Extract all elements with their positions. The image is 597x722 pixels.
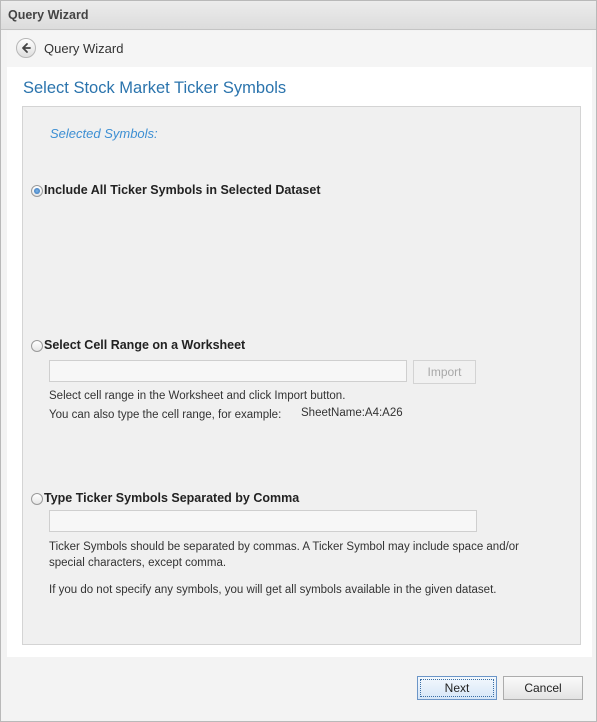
back-arrow-icon	[22, 43, 31, 53]
wizard-footer: Next Cancel	[1, 658, 596, 721]
import-button[interactable]: Import	[413, 360, 476, 384]
range-example: SheetName:A4:A26	[301, 407, 403, 419]
wizard-content: Select Stock Market Ticker Symbols Selec…	[7, 67, 592, 657]
wizard-nav-bar: Query Wizard	[7, 31, 592, 67]
cancel-button[interactable]: Cancel	[503, 676, 583, 700]
option-type-radio[interactable]	[31, 493, 43, 505]
option-range-radio[interactable]	[31, 340, 43, 352]
range-help-2: You can also type the cell range, for ex…	[49, 409, 282, 421]
ticker-symbols-input[interactable]	[49, 510, 477, 532]
page-heading: Select Stock Market Ticker Symbols	[23, 79, 287, 97]
option-type-label: Type Ticker Symbols Separated by Comma	[44, 491, 300, 505]
query-wizard-window: Query Wizard Query Wizard Select Stock M…	[0, 0, 597, 722]
range-help-1: Select cell range in the Worksheet and c…	[49, 390, 346, 402]
title-bar: Query Wizard	[1, 1, 596, 30]
nav-title: Query Wizard	[44, 41, 124, 56]
option-all-radio[interactable]	[31, 185, 43, 197]
type-help-1: Ticker Symbols should be separated by co…	[49, 541, 520, 569]
selected-symbols-label: Selected Symbols:	[50, 126, 158, 141]
cell-range-input[interactable]	[49, 360, 407, 382]
window-title: Query Wizard	[8, 8, 89, 22]
symbols-panel: Selected Symbols: Include All Ticker Sym…	[22, 106, 581, 645]
back-button[interactable]	[16, 38, 36, 58]
type-help-2: If you do not specify any symbols, you w…	[49, 584, 497, 596]
next-button[interactable]: Next	[417, 676, 497, 700]
option-all-label: Include All Ticker Symbols in Selected D…	[44, 183, 321, 197]
option-range-label: Select Cell Range on a Worksheet	[44, 338, 246, 352]
